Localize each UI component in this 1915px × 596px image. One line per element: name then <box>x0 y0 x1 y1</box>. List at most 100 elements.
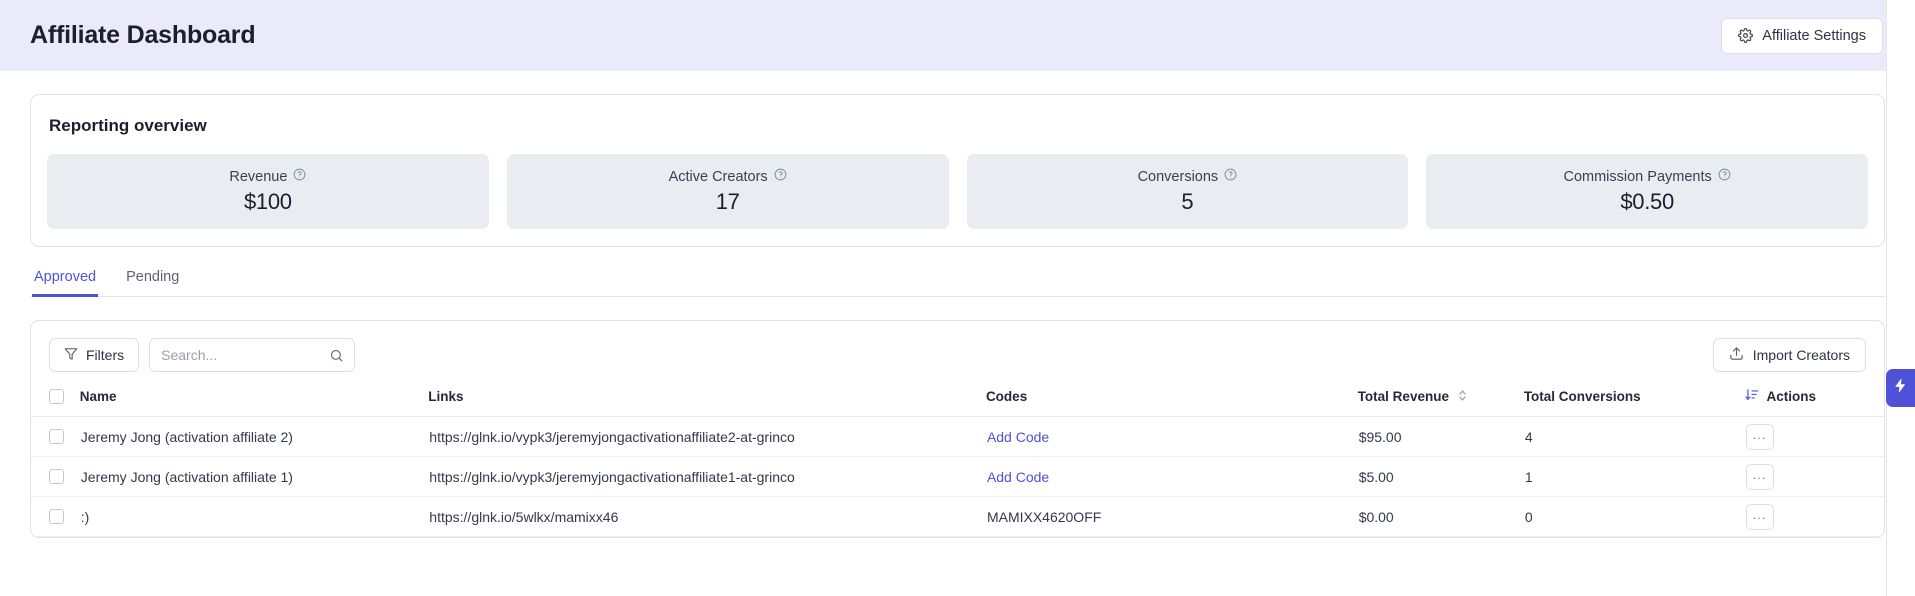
stat-value: $100 <box>244 189 292 214</box>
stat-value: $0.50 <box>1620 189 1674 214</box>
row-name: Jeremy Jong (activation affiliate 1) <box>79 456 429 497</box>
filters-button[interactable]: Filters <box>49 338 140 372</box>
row-total-revenue: $5.00 <box>1357 456 1524 497</box>
row-checkbox[interactable] <box>49 509 64 524</box>
row-total-conversions: 0 <box>1523 496 1745 537</box>
stat-tile-commission-payments: Commission Payments $0.50 <box>1426 154 1868 229</box>
upload-icon <box>1729 346 1744 364</box>
row-link[interactable]: https://glnk.io/5wlkx/mamixx46 <box>428 496 986 537</box>
affiliate-dashboard-page: Affiliate Dashboard Affiliate Settings R… <box>0 0 1915 596</box>
row-name: :) <box>79 496 429 537</box>
th-actions: Actions <box>1744 388 1884 417</box>
row-checkbox[interactable] <box>49 469 64 484</box>
table-body: Jeremy Jong (activation affiliate 2) htt… <box>31 416 1884 537</box>
filters-label: Filters <box>86 347 125 363</box>
th-name[interactable]: Name <box>79 388 429 417</box>
stat-label: Revenue <box>229 168 306 185</box>
row-actions-menu-button[interactable]: ... <box>1745 463 1774 490</box>
sort-updown-icon[interactable] <box>1457 389 1468 405</box>
stat-label-text: Revenue <box>229 168 288 185</box>
table-head: Name Links Codes Total Revenue Total Con… <box>31 388 1884 417</box>
tab-pending[interactable]: Pending <box>124 269 181 297</box>
status-tabs: Approved Pending <box>30 269 1885 297</box>
page-header: Affiliate Dashboard Affiliate Settings <box>0 0 1915 71</box>
row-code-cell: Add Code <box>985 456 1358 497</box>
row-actions-menu-button[interactable]: ... <box>1745 423 1774 450</box>
stat-label-text: Commission Payments <box>1563 168 1712 185</box>
stat-tile-active-creators: Active Creators 17 <box>506 154 949 229</box>
row-select-cell <box>31 496 80 537</box>
th-links-label: Links <box>428 389 464 404</box>
th-total-conversions-label: Total Conversions <box>1523 389 1641 404</box>
right-rail <box>1886 0 1915 596</box>
page-title: Affiliate Dashboard <box>30 21 256 49</box>
row-actions-cell: ... <box>1744 496 1884 537</box>
table-row[interactable]: :) https://glnk.io/5wlkx/mamixx46 MAMIXX… <box>31 496 1884 537</box>
row-total-revenue: $95.00 <box>1357 416 1524 457</box>
affiliate-settings-button[interactable]: Affiliate Settings <box>1721 17 1883 54</box>
row-actions-menu-button[interactable]: ... <box>1745 503 1774 530</box>
select-all-checkbox[interactable] <box>49 389 64 404</box>
help-circle-icon[interactable] <box>1224 168 1237 185</box>
th-links[interactable]: Links <box>428 388 986 417</box>
table-row[interactable]: Jeremy Jong (activation affiliate 2) htt… <box>31 416 1884 457</box>
stat-label: Active Creators <box>669 168 787 185</box>
th-total-revenue[interactable]: Total Revenue <box>1357 388 1524 417</box>
stat-value: 5 <box>1181 189 1194 214</box>
toolbar-left-group: Filters <box>49 338 356 372</box>
row-link[interactable]: https://glnk.io/vypk3/jeremyjongactivati… <box>428 416 986 457</box>
th-total-conversions[interactable]: Total Conversions <box>1523 388 1745 417</box>
import-creators-label: Import Creators <box>1752 347 1850 363</box>
tab-approved[interactable]: Approved <box>32 269 99 297</box>
help-circle-icon[interactable] <box>1718 168 1731 185</box>
search-icon[interactable] <box>329 348 344 368</box>
row-total-revenue: $0.00 <box>1357 496 1524 537</box>
add-code-link[interactable]: Add Code <box>987 469 1049 485</box>
page-content: Reporting overview Revenue $100 Active C… <box>0 94 1915 538</box>
stat-label-text: Conversions <box>1137 168 1219 185</box>
gear-icon <box>1738 28 1754 43</box>
row-code-cell: Add Code <box>985 416 1358 457</box>
row-code-text: MAMIXX4620OFF <box>986 508 1102 525</box>
stat-label: Conversions <box>1138 168 1238 185</box>
reporting-overview-title: Reporting overview <box>49 116 207 135</box>
help-circle-icon[interactable] <box>774 168 787 185</box>
row-select-cell <box>31 456 80 497</box>
row-code-cell: MAMIXX4620OFF <box>985 496 1358 537</box>
stat-label-text: Active Creators <box>668 168 768 185</box>
th-codes[interactable]: Codes <box>985 388 1358 417</box>
th-select-all <box>31 388 80 417</box>
import-creators-button[interactable]: Import Creators <box>1712 338 1866 372</box>
stat-tile-revenue: Revenue $100 <box>47 154 489 229</box>
affiliates-table: Name Links Codes Total Revenue Total Con… <box>31 388 1884 537</box>
stat-value: 17 <box>715 189 740 214</box>
row-name: Jeremy Jong (activation affiliate 2) <box>79 416 429 457</box>
add-code-link[interactable]: Add Code <box>987 429 1049 445</box>
affiliate-settings-label: Affiliate Settings <box>1762 27 1866 44</box>
table-header-row: Name Links Codes Total Revenue Total Con… <box>31 388 1884 417</box>
row-checkbox[interactable] <box>49 429 64 444</box>
search-input[interactable] <box>150 339 355 371</box>
row-actions-cell: ... <box>1744 416 1884 457</box>
row-link[interactable]: https://glnk.io/vypk3/jeremyjongactivati… <box>428 456 986 497</box>
table-row[interactable]: Jeremy Jong (activation affiliate 1) htt… <box>31 456 1884 497</box>
stats-row: Revenue $100 Active Creators 17 Conversi… <box>47 154 1868 229</box>
reporting-overview-card: Reporting overview Revenue $100 Active C… <box>30 94 1885 247</box>
help-circle-icon[interactable] <box>293 168 306 185</box>
stat-label: Commission Payments <box>1563 168 1731 185</box>
row-total-conversions: 1 <box>1523 456 1745 497</box>
row-total-conversions: 4 <box>1523 416 1745 457</box>
affiliates-table-card: Filters Search... Import Creators Name L… <box>30 320 1885 538</box>
th-codes-label: Codes <box>985 389 1028 404</box>
th-name-label: Name <box>79 389 117 404</box>
sort-descending-icon[interactable] <box>1744 388 1759 405</box>
search-box[interactable] <box>149 338 356 372</box>
stat-tile-conversions: Conversions 5 <box>966 154 1409 229</box>
row-actions-cell: ... <box>1744 456 1884 497</box>
row-select-cell <box>31 416 80 457</box>
quick-actions-fab[interactable] <box>1886 369 1915 407</box>
lightning-bolt-icon <box>1893 378 1908 398</box>
th-actions-label: Actions <box>1766 389 1817 404</box>
funnel-icon <box>64 347 78 364</box>
table-toolbar: Filters Search... Import Creators <box>31 321 1884 388</box>
